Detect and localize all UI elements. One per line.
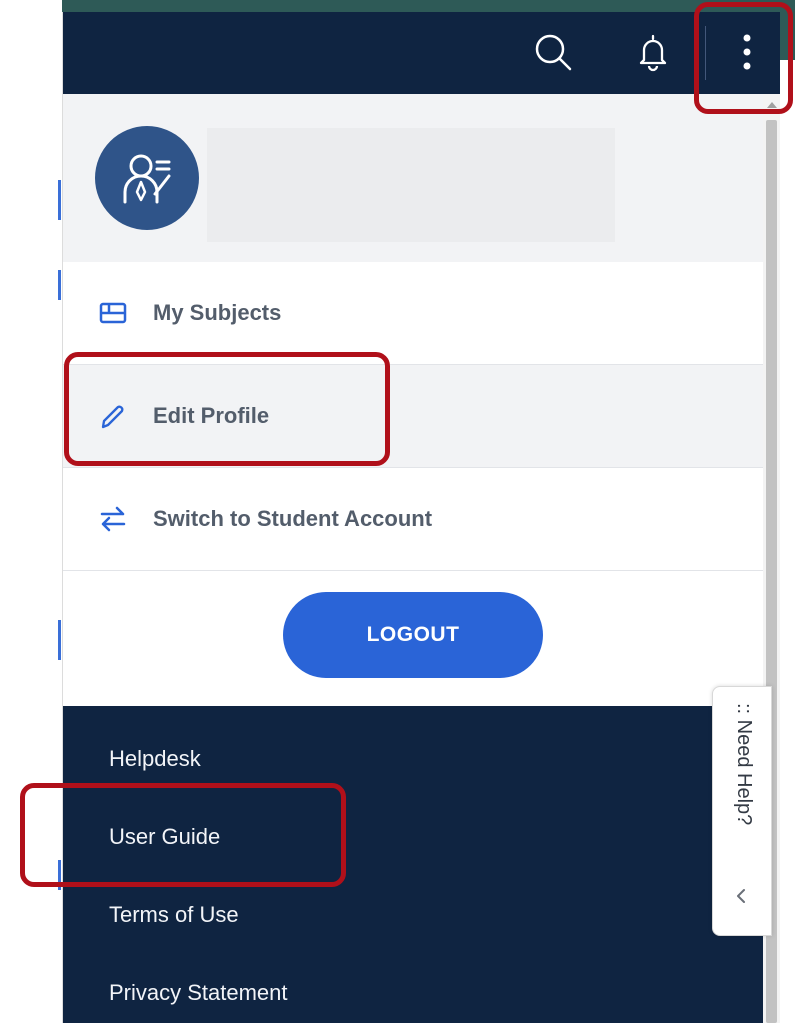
scroll-up-arrow-icon[interactable] [767, 102, 777, 108]
footer-link-helpdesk[interactable]: Helpdesk [109, 746, 201, 772]
search-icon[interactable] [531, 30, 575, 74]
background-edge-mark [58, 860, 61, 890]
logout-button[interactable]: LOGOUT [283, 592, 543, 678]
menu-item-label: Edit Profile [153, 403, 270, 428]
menu-item-label: My Subjects [153, 300, 282, 325]
chevron-left-icon [733, 887, 749, 905]
profile-header [63, 94, 763, 262]
topbar-divider [705, 26, 706, 80]
account-menu-panel: My Subjects Edit Profile Switch to Stude… [62, 12, 780, 1023]
menu-item-label: Switch to Student Account [153, 506, 433, 531]
menu-item-edit-profile[interactable]: Edit Profile [63, 365, 763, 468]
bell-icon[interactable] [631, 30, 675, 74]
menu-item-my-subjects[interactable]: My Subjects [63, 262, 763, 365]
switch-arrows-icon [99, 506, 127, 532]
background-edge-mark [58, 180, 61, 220]
footer-link-privacy[interactable]: Privacy Statement [109, 980, 288, 1006]
page-background-left [0, 0, 62, 1023]
logout-section: LOGOUT [63, 564, 763, 704]
profile-name [207, 128, 615, 242]
top-bar [63, 12, 780, 94]
footer-link-user-guide[interactable]: User Guide [109, 824, 220, 850]
need-help-tab[interactable]: :: Need Help? [712, 686, 772, 936]
footer-links: Helpdesk User Guide Terms of Use Privacy… [63, 706, 763, 1023]
menu-item-switch-account[interactable]: Switch to Student Account [63, 468, 763, 571]
teacher-avatar-icon [95, 126, 199, 230]
need-help-label: :: Need Help? [733, 703, 755, 826]
footer-link-terms[interactable]: Terms of Use [109, 902, 239, 928]
subjects-icon [99, 300, 127, 326]
pencil-icon [99, 403, 127, 429]
more-vertical-icon[interactable] [725, 30, 769, 74]
background-edge-mark [58, 270, 61, 300]
background-edge-mark [58, 620, 61, 660]
